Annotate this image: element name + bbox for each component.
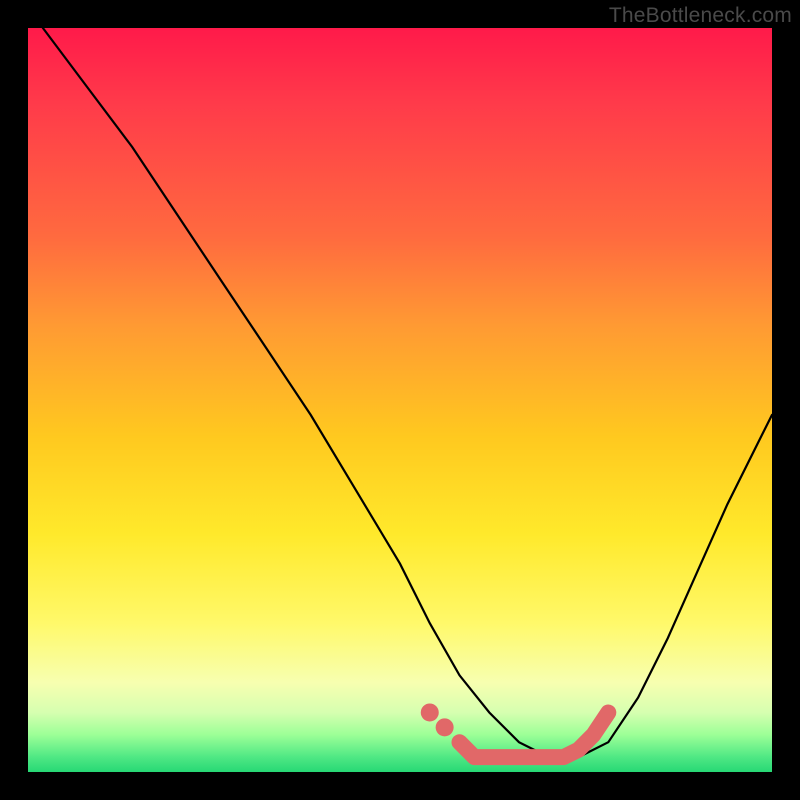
optimal-dot-2 [436, 718, 454, 736]
bottleneck-curve [43, 28, 772, 757]
optimal-range-curve [460, 713, 609, 758]
chart-frame: TheBottleneck.com [0, 0, 800, 800]
optimal-dot-1 [421, 703, 439, 721]
watermark-text: TheBottleneck.com [609, 4, 792, 28]
plot-area [28, 28, 772, 772]
curve-layer [28, 28, 772, 772]
